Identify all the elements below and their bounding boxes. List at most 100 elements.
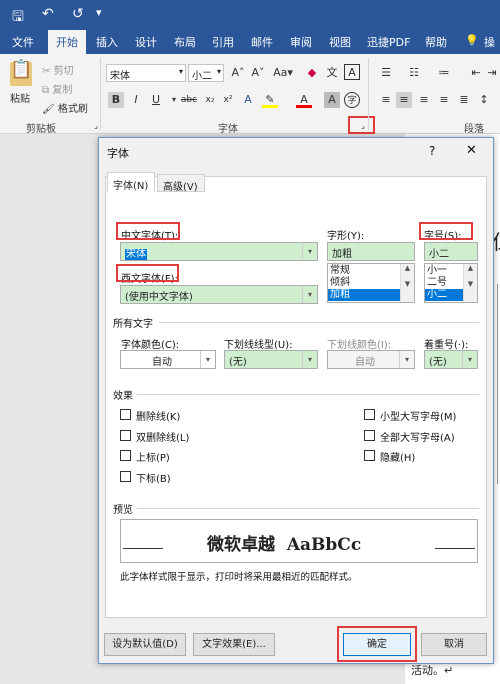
double-strikethrough-checkbox[interactable] [120,430,131,441]
paste-icon[interactable]: 📋 [10,61,32,86]
superscript-icon[interactable]: x² [220,92,236,108]
superscript-label: 上标(P) [136,453,170,464]
superscript-checkbox[interactable] [120,450,131,461]
size-list[interactable]: 小一 二号 小二 ▲ ▼ [424,263,478,303]
underline-color-select[interactable]: 自动 ▾ [327,350,415,369]
chinese-font-select[interactable]: 宋体 ▾ [120,242,318,261]
italic-icon[interactable]: I [128,92,144,108]
clipboard-launcher-icon[interactable]: ⌟ [88,118,104,134]
small-caps-checkbox[interactable] [364,409,375,420]
all-caps-checkbox[interactable] [364,430,375,441]
phonetic-guide-icon[interactable]: 文 [324,65,340,81]
ribbon: 📋 粘贴 ✂ 剪切 ⧉ 复制 🖌 格式刷 剪贴板 ⌟ 宋体 ▾ 小二 ▾ A˄ A˅… [0,54,500,135]
tab-review[interactable]: 审阅 [290,34,312,50]
western-font-select[interactable]: (使用中文字体) ▾ [120,285,318,304]
ok-button[interactable]: 确定 [343,633,411,656]
decrease-indent-icon[interactable]: ⇤ [468,65,484,81]
underline-style-label: 下划线线型(U): [224,340,293,351]
font-color-select[interactable]: 自动 ▾ [120,350,216,369]
text-effects-icon[interactable]: A [240,92,256,108]
char-shading-icon[interactable]: A [324,92,340,108]
strikethrough-checkbox[interactable] [120,409,131,420]
emphasis-select[interactable]: (无) ▾ [424,350,478,369]
chevron-down-icon: ▾ [302,351,317,368]
increase-indent-icon[interactable]: ⇥ [484,65,500,81]
tab-design[interactable]: 设计 [135,34,157,50]
save-icon[interactable]: 🖫 [12,6,24,30]
tab-home[interactable]: 开始 [48,30,86,54]
underline-color-value: 自动 [355,357,375,368]
font-size-value: 小二 [192,71,212,82]
grow-font-icon[interactable]: A˄ [230,65,246,81]
font-color-value: 自动 [152,357,172,368]
underline-icon[interactable]: U [148,92,164,108]
copy-button[interactable]: ⧉ 复制 [42,81,72,96]
style-value: 加粗 [332,249,352,260]
lightbulb-icon[interactable]: 💡 [465,34,479,47]
tab-pdf[interactable]: 迅捷PDF [367,34,410,50]
scrollbar[interactable]: ▲ ▼ [463,264,477,302]
font-name-box[interactable]: 宋体 ▾ [106,64,186,82]
all-caps-label: 全部大写字母(A) [380,433,455,444]
undo-icon[interactable]: ↶ [42,6,54,22]
style-list[interactable]: 常规 倾斜 加粗 ▲ ▼ [327,263,415,303]
all-text-label: 所有文字 [113,319,153,330]
section-divider [137,394,479,395]
line-spacing-icon[interactable]: ↕ [476,92,492,108]
set-default-button[interactable]: 设为默认值(D) [104,633,186,656]
distributed-icon[interactable]: ≣ [456,92,472,108]
align-center-icon[interactable]: ≡ [396,92,412,108]
underline-style-select[interactable]: (无) ▾ [224,350,318,369]
help-button[interactable]: ? [429,144,435,158]
tab-insert[interactable]: 插入 [96,34,118,50]
chevron-down-icon: ▾ [462,351,477,368]
font-name-value: 宋体 [110,71,130,82]
multilevel-list-icon[interactable]: ≔ [436,65,452,81]
close-button[interactable]: ✕ [466,143,477,158]
subscript-icon[interactable]: x₂ [202,92,218,108]
tab-advanced[interactable]: 高级(V) [157,174,205,193]
bullets-icon[interactable]: ☰ [378,65,394,81]
font-size-box[interactable]: 小二 ▾ [188,64,224,82]
bold-icon[interactable]: B [108,92,124,108]
size-input[interactable]: 小二 [424,242,478,261]
tab-mailings[interactable]: 邮件 [251,34,273,50]
tab-view[interactable]: 视图 [329,34,351,50]
tab-font[interactable]: 字体(N) [107,172,155,192]
customize-qat-icon[interactable]: ▾ [96,6,102,19]
tab-help[interactable]: 帮助 [425,34,447,50]
size-value: 小二 [429,249,449,260]
text-effects-button[interactable]: 文字效果(E)... [193,633,275,656]
page-footer-text: 活动。↵ [411,664,454,677]
emphasis-label: 着重号(·): [424,340,469,351]
scrollbar[interactable]: ▲ ▼ [400,264,414,302]
tab-file[interactable]: 文件 [12,34,34,50]
change-case-icon[interactable]: Aa▾ [272,65,294,81]
western-font-label: 西文字体(F): [121,274,178,285]
cut-button[interactable]: ✂ 剪切 [42,62,74,77]
style-input[interactable]: 加粗 [327,242,415,261]
align-left-icon[interactable]: ≡ [378,92,394,108]
char-border-icon[interactable]: A [344,64,360,80]
clear-format-icon[interactable]: ◆ [304,65,320,81]
paste-button[interactable]: 粘贴 [10,90,30,105]
cancel-button[interactable]: 取消 [421,633,487,656]
tab-tellme[interactable]: 操 [484,34,495,50]
strikethrough-label: 删除线(K) [136,412,181,423]
highlight-icon[interactable]: ✎ [262,92,278,108]
shrink-font-icon[interactable]: A˅ [250,65,266,81]
tab-references[interactable]: 引用 [212,34,234,50]
justify-icon[interactable]: ≡ [436,92,452,108]
tab-layout[interactable]: 布局 [174,34,196,50]
font-color-icon[interactable]: A [296,92,312,108]
format-painter-button[interactable]: 🖌 格式刷 [42,100,88,115]
enclose-char-icon[interactable]: 字 [344,92,360,108]
subscript-checkbox[interactable] [120,471,131,482]
effects-label: 效果 [113,391,133,402]
strikethrough-icon[interactable]: abc [178,92,200,108]
align-right-icon[interactable]: ≡ [416,92,432,108]
numbering-icon[interactable]: ☷ [406,65,422,81]
hidden-checkbox[interactable] [364,450,375,461]
chevron-down-icon: ▾ [216,67,221,76]
redo-icon[interactable]: ↺ [72,6,84,22]
